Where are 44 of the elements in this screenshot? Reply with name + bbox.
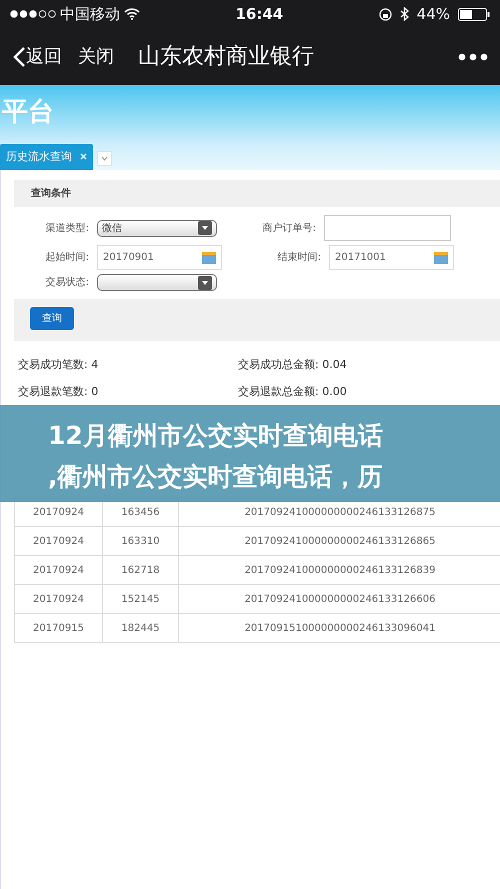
caption-line: ,衢州市公交实时查询电话，历 — [48, 461, 384, 493]
dropdown-field[interactable] — [97, 274, 217, 291]
status-time: 16:44 — [235, 4, 284, 25]
summary-text: 交易退款总金额: 0.00 — [238, 384, 347, 398]
wifi-icon — [124, 8, 140, 20]
calendar-icon — [202, 252, 216, 264]
calendar-icon — [434, 252, 448, 264]
search-button[interactable]: 查询 — [30, 307, 74, 330]
summary-text: 交易退款笔数: 0 — [18, 384, 98, 398]
field-label: 起始时间: — [44, 250, 89, 265]
table-cell: 20170915 — [14, 614, 102, 642]
rotation-lock-icon — [378, 8, 392, 20]
table-cell: 182445 — [102, 614, 178, 642]
date-field[interactable]: 20171001 — [329, 245, 454, 270]
summary-text: 交易成功笔数: 4 — [18, 358, 98, 371]
signal-icon — [10, 10, 56, 18]
dropdown-field[interactable]: 微信 — [97, 220, 217, 236]
bluetooth-icon — [400, 7, 409, 21]
dropdown-icon[interactable] — [97, 151, 112, 166]
table-cell: 20170924 — [14, 526, 102, 556]
banner-title: 平台 — [1, 96, 55, 129]
table-cell: 162718 — [102, 556, 178, 584]
summary-text: 交易成功总金额: 0.04 — [238, 358, 347, 371]
text-input-field[interactable] — [324, 215, 451, 241]
tab[interactable]: 历史流水查询 — [0, 144, 93, 170]
back-link[interactable]: 返回 — [12, 43, 62, 70]
back-chevron-icon — [12, 46, 26, 68]
field-label: 结束时间: — [276, 250, 321, 265]
table-cell: 163310 — [102, 526, 178, 556]
table-cell: 20170924 — [14, 584, 102, 614]
date-field[interactable]: 20170901 — [97, 245, 222, 270]
more-dots-icon — [458, 53, 488, 62]
caption-line: 12月衢州市公交实时查询电话 — [48, 420, 384, 452]
table-cell: 152145 — [102, 584, 178, 614]
panel-header: 查询条件 — [14, 180, 500, 207]
carrier-name: 中国移动 — [60, 4, 120, 25]
field-label: 渠道类型: — [44, 222, 89, 236]
table-cell: 20170924 — [14, 556, 102, 584]
page-title: 山东农村商业银行 — [138, 43, 314, 71]
battery-percent: 44% — [416, 4, 450, 25]
field-label: 商户订单号: — [262, 222, 316, 236]
battery-icon — [458, 8, 490, 20]
field-label: 交易状态: — [44, 276, 89, 290]
close-link[interactable]: 关闭 — [78, 43, 114, 70]
